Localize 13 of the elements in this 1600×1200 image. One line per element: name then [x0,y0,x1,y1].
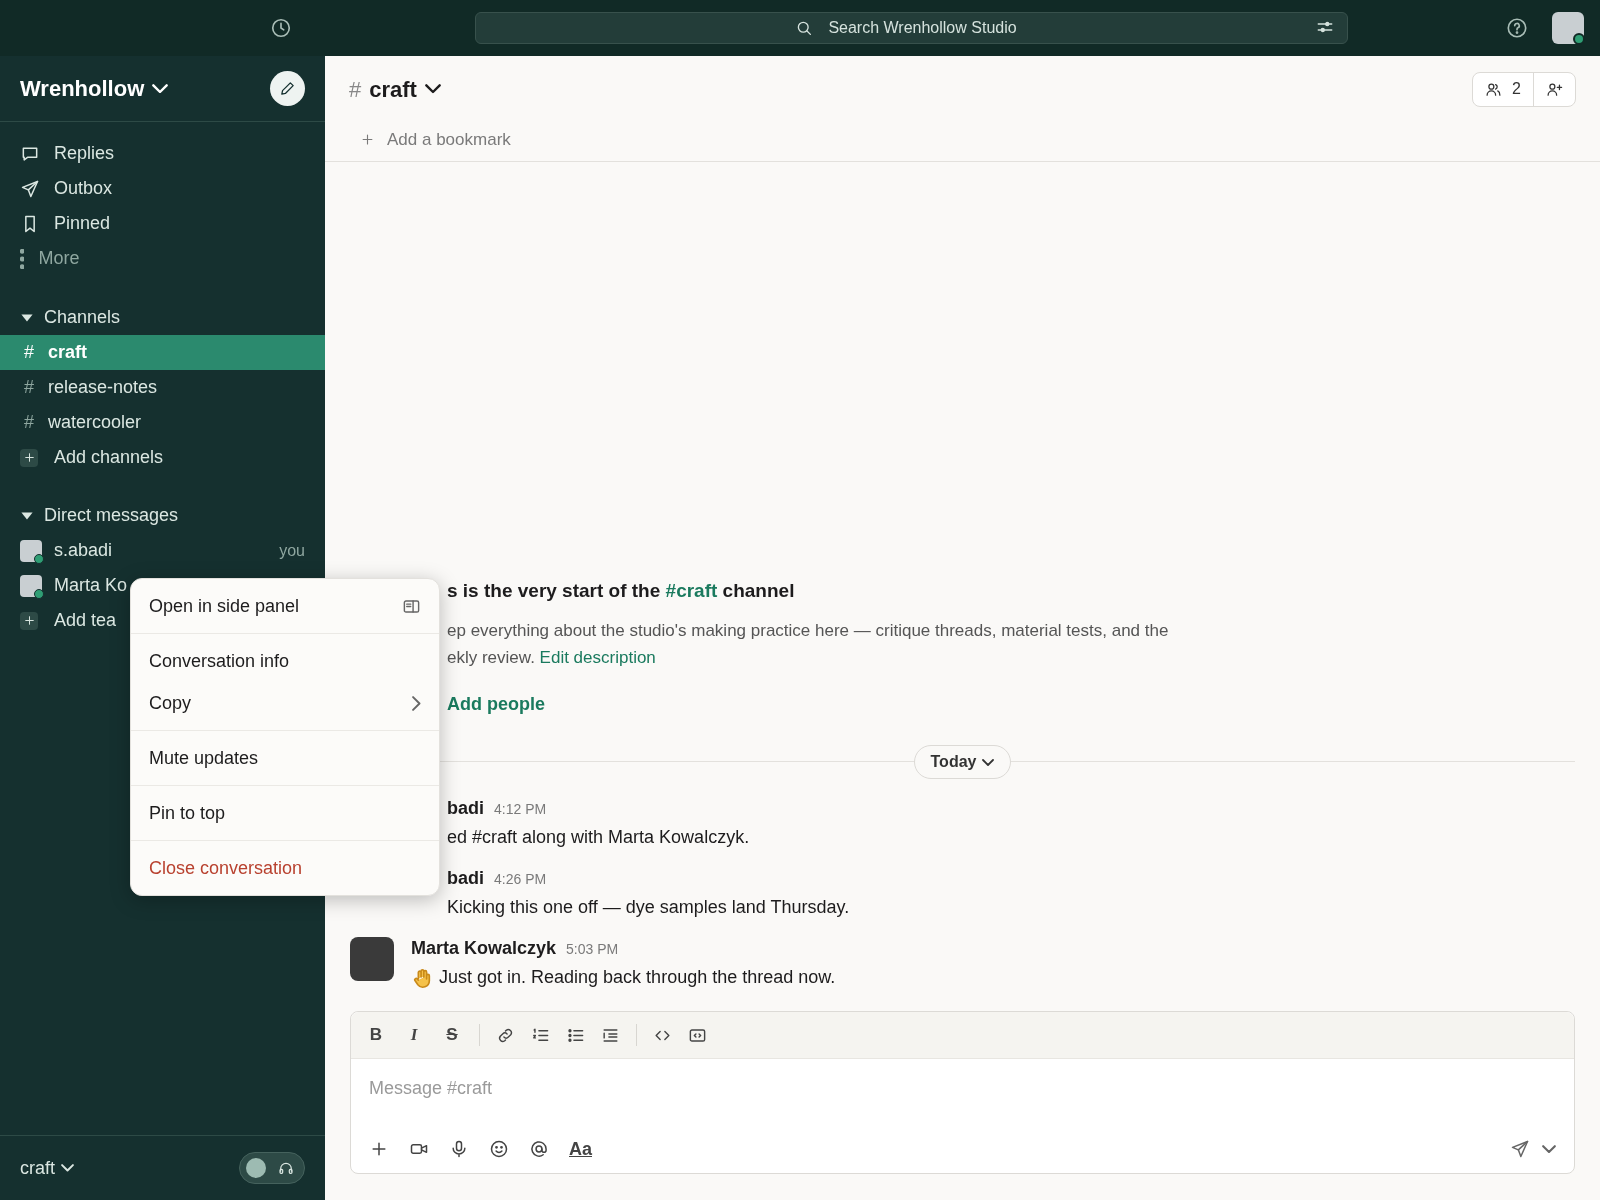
message-text: ed #craft along with Marta Kowalczyk. [447,826,750,849]
you-label: you [279,540,305,561]
intro-description: ekly review. Edit description [447,647,657,669]
timestamp: 4:26 PM [494,870,547,889]
message-text: Just got in. Reading back through the thread now. [439,966,836,989]
timestamp: 5:03 PM [566,940,619,959]
message-text: Kicking this one off — dye samples land Thursday. [447,896,850,919]
timestamp: 4:12 PM [494,800,547,819]
hash-icon: # [24,409,34,436]
hash-icon: # [24,374,34,401]
intro-description: ep everything about the studio's making practice here — critique threads, material tests, and the [447,620,1170,642]
intro-title: s is the very start of the #craft channel [447,578,796,603]
hash-icon: # [24,339,34,366]
